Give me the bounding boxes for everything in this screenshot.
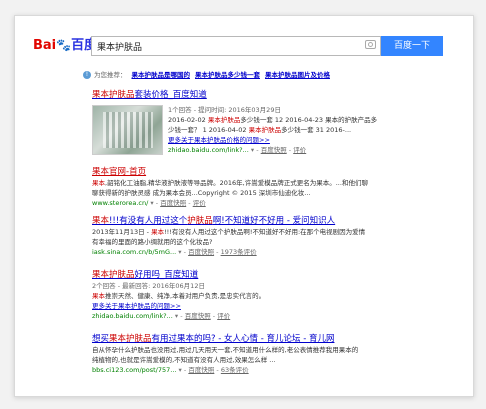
recommendation-label: 为您推荐： xyxy=(94,71,127,79)
result-url: zhidao.baidu.com/link?... xyxy=(168,146,249,154)
logo-text-bai: Bai xyxy=(33,38,57,53)
result-title-link[interactable]: 果本护肤品套装价格_百度知道 xyxy=(92,89,452,101)
snapshot-link[interactable]: 百度快照 xyxy=(160,199,186,207)
result-snippet-line: 果本,韶铭化工油脂,精华液护肤液等导品牌。2016年,许嵩爱模品牌正式更名为果本… xyxy=(92,179,368,187)
evaluation-link[interactable]: 1973条评价 xyxy=(221,248,257,256)
result-thumbnail[interactable] xyxy=(92,105,163,155)
search-result: 果本护肤品套装价格_百度知道 1个回答 - 提问时间: 2016年03月29日 … xyxy=(92,89,452,164)
recommendation-link[interactable]: 果本护肤品多少钱一套 xyxy=(195,71,260,79)
search-result: 果本!!!有没有人用过这个护肤品啊!不知道好不好用 - 爱问知识人 2013年1… xyxy=(92,215,452,257)
result-body: 1个回答 - 提问时间: 2016年03月29日 2016-02-02 果本护肤… xyxy=(168,105,453,155)
result-meta: 1个回答 - 提问时间: 2016年03月29日 xyxy=(168,106,281,114)
evaluation-link[interactable]: 评价 xyxy=(217,312,230,320)
result-url: zhidao.baidu.com/link?... xyxy=(92,312,173,320)
result-meta: 2个回答 - 最新回答: 2016年06月12日 xyxy=(92,282,205,290)
snapshot-link[interactable]: 百度快照 xyxy=(188,366,214,374)
result-url: www.sterorea.cn/ xyxy=(92,199,149,207)
evaluation-link[interactable]: 评价 xyxy=(193,199,206,207)
evaluation-link[interactable]: 评价 xyxy=(293,146,306,154)
chevron-down-icon[interactable]: ▾ xyxy=(178,248,181,256)
result-title-link[interactable]: 想买果本护肤品有用过果本的吗? - 女人心情 - 育儿论坛 - 育儿网 xyxy=(92,333,452,345)
baidu-logo[interactable]: Bai🐾百度 xyxy=(33,38,97,53)
recommendation-link[interactable]: 果本护肤品是哪国的 xyxy=(132,71,191,79)
search-input[interactable]: 果本护肤品 xyxy=(91,36,381,56)
chevron-down-icon[interactable]: ▾ xyxy=(150,199,153,207)
result-snippet-line: 聊获得新的护肤灵感 成为果本会员...Copyright © 2015 深圳市仙… xyxy=(92,189,311,197)
search-query[interactable]: 果本护肤品 xyxy=(97,40,142,53)
title-text: 套装价格_百度知道 xyxy=(134,90,207,100)
search-result: 果本官网-首页 果本,韶铭化工油脂,精华液护肤液等导品牌。2016年,许嵩爱模品… xyxy=(92,166,452,208)
title-highlight: 果本护肤品 xyxy=(92,90,135,100)
result-url: bbs.ci123.com/post/757... xyxy=(92,366,177,374)
result-title-link[interactable]: 果本!!!有没有人用过这个护肤品啊!不知道好不好用 - 爱问知识人 xyxy=(92,215,452,227)
search-header: Bai🐾百度 果本护肤品 百度一下 xyxy=(15,16,473,56)
recommendation-bar: ! 为您推荐： 果本护肤品是哪国的 果本护肤品多少钱一套 果本护肤品图片及价格 xyxy=(83,70,330,80)
search-results-card: Bai🐾百度 果本护肤品 百度一下 ! 为您推荐： 果本护肤品是哪国的 果本护肤品多少… xyxy=(14,15,474,397)
result-title-link[interactable]: 果本官网-首页 xyxy=(92,166,452,178)
camera-icon[interactable] xyxy=(365,40,376,49)
more-questions-link[interactable]: 更多关于果本护肤品的问题>> xyxy=(92,302,181,310)
search-button[interactable]: 百度一下 xyxy=(381,36,443,56)
search-result: 想买果本护肤品有用过果本的吗? - 女人心情 - 育儿论坛 - 育儿网 自从怀孕… xyxy=(92,333,452,375)
result-url: iask.sina.com.cn/b/5mG... xyxy=(92,248,177,256)
snapshot-link[interactable]: 百度快照 xyxy=(185,312,211,320)
result-snippet-line: 纯植物的,也就是许嵩爱模的,不知道有没有人用过,效果怎么样 ... xyxy=(92,356,276,364)
result-title-link[interactable]: 果本护肤品好用吗_百度知道 xyxy=(92,269,452,281)
result-snippet-line: 少钱一套？ 1 2016-04-02 果本护肤品多少钱一套 31 2016-..… xyxy=(168,126,352,134)
recommendation-link[interactable]: 果本护肤品图片及价格 xyxy=(265,71,330,79)
search-result: 果本护肤品好用吗_百度知道 2个回答 - 最新回答: 2016年06月12日 果… xyxy=(92,269,452,321)
result-snippet-line: 果本推崇天然、健康、纯净,本着对用户负责,是忠实代言的。 xyxy=(92,292,266,300)
chevron-down-icon[interactable]: ▾ xyxy=(179,366,182,374)
paw-icon: 🐾 xyxy=(56,38,72,52)
info-icon: ! xyxy=(83,71,91,79)
result-snippet-line: 2013年11月13日 - 果本!!!有没有人用过这个护肤品啊!不知道好不好用:… xyxy=(92,228,366,236)
chevron-down-icon[interactable]: ▾ xyxy=(175,312,178,320)
result-snippet-line: 自从怀孕什么护肤品也没用过,用过几天用天一套,不知道用什么样的,老公表情推荐我用… xyxy=(92,346,359,354)
snapshot-link[interactable]: 百度快照 xyxy=(188,248,214,256)
result-snippet-line: 有幸福的里面的路小绸就用的这个化妆品? xyxy=(92,238,213,246)
snapshot-link[interactable]: 百度快照 xyxy=(261,146,287,154)
chevron-down-icon[interactable]: ▾ xyxy=(251,146,254,154)
more-questions-link[interactable]: 更多关于果本护肤品价格的问题>> xyxy=(168,136,270,144)
result-snippet-line: 2016-02-02 果本护肤品多少钱一套 12 2016-04-23 果本的护… xyxy=(168,116,378,124)
evaluation-link[interactable]: 63条评价 xyxy=(221,366,249,374)
